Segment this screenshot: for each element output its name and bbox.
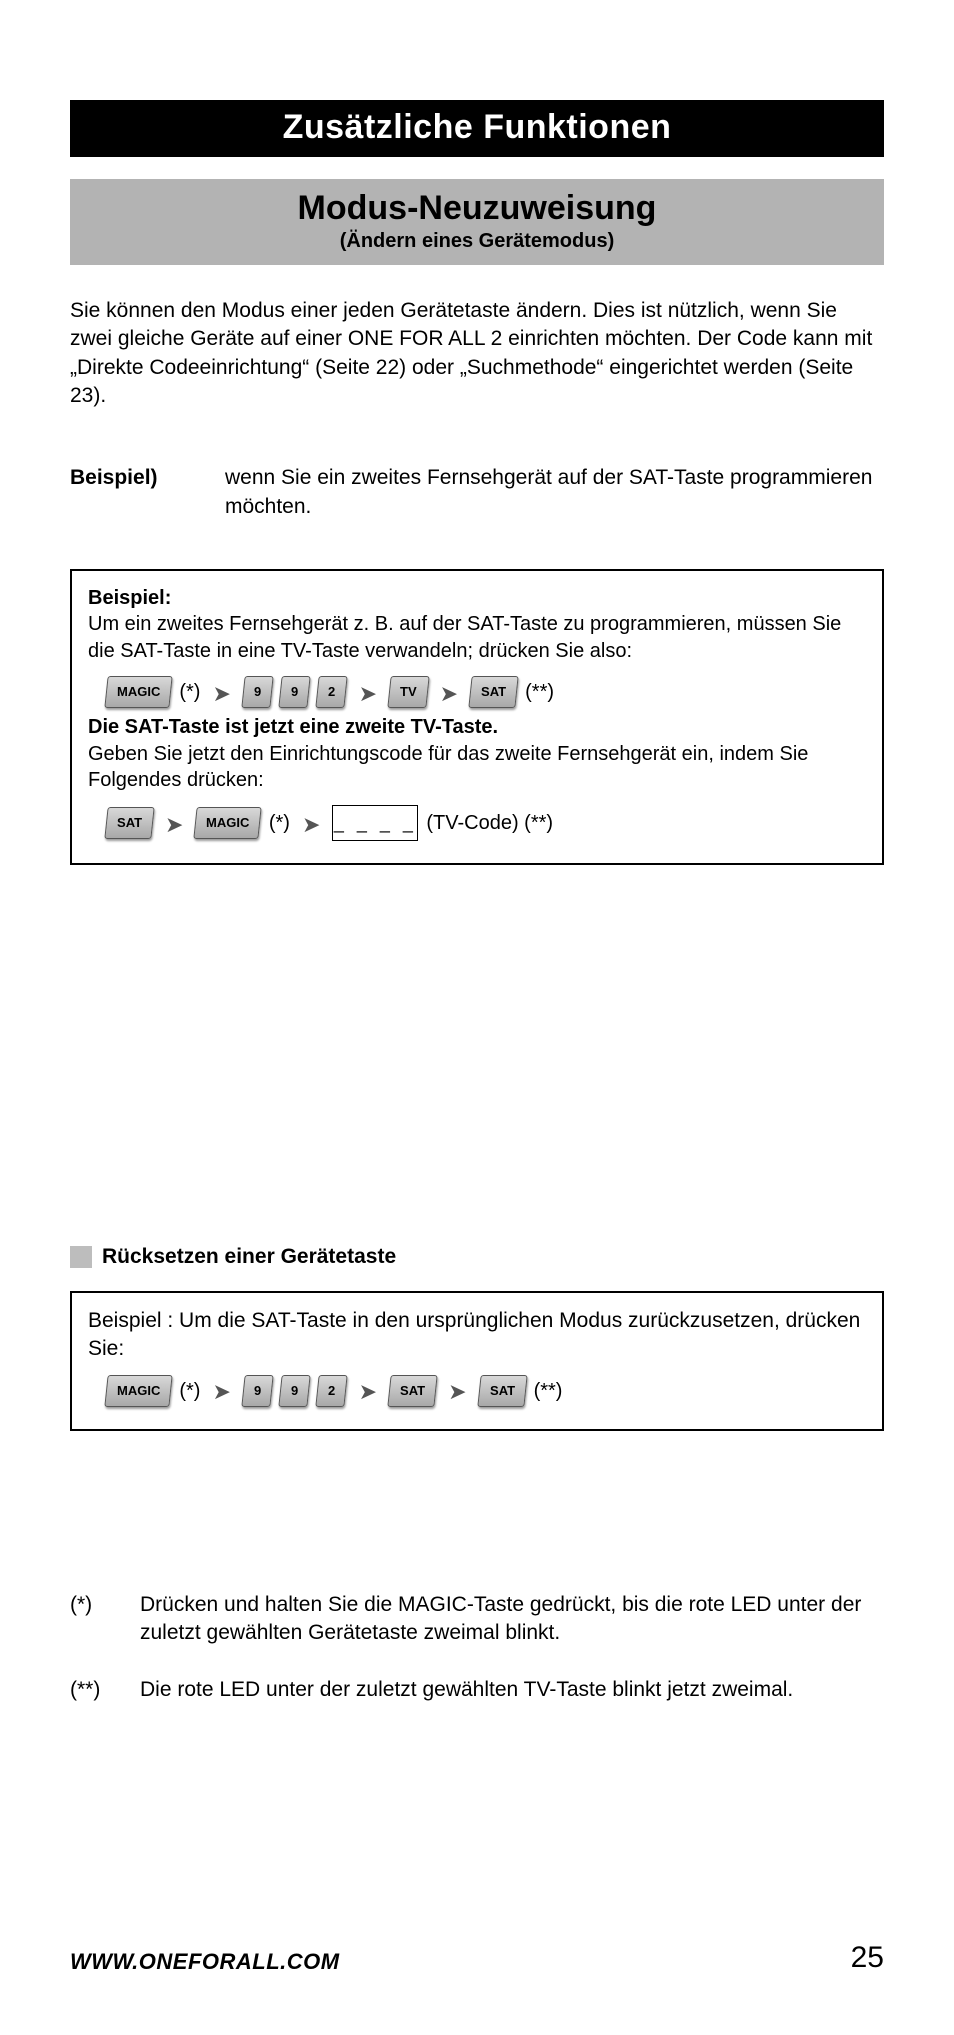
section2-heading: Rücksetzen einer Gerätetaste <box>70 1245 884 1269</box>
code-label: (TV-Code) (**) <box>426 810 553 836</box>
box1-line2: Geben Sie jetzt den Einrichtungscode für… <box>88 741 866 794</box>
star-note: (**) <box>525 679 554 705</box>
star-note: (*) <box>269 810 290 836</box>
box1-line1: Um ein zweites Fernsehgerät z. B. auf de… <box>88 611 866 664</box>
section-header-black: Zusätzliche Funktionen <box>70 100 884 157</box>
example-label: Beispiel) <box>70 464 225 521</box>
star-note: (**) <box>534 1378 563 1404</box>
box1-title: Beispiel: <box>88 585 866 611</box>
section-header-grey: Modus-Neuzuweisung (Ändern eines Gerätem… <box>70 179 884 265</box>
arrow-icon: ➤ <box>208 1377 234 1406</box>
section2-heading-text: Rücksetzen einer Gerätetaste <box>102 1245 396 1269</box>
key-9: 9 <box>278 676 311 708</box>
arrow-icon: ➤ <box>298 810 324 839</box>
footnote-text: Die rote LED unter der zuletzt gewählten… <box>140 1676 793 1704</box>
footnote-mark: (**) <box>70 1676 140 1704</box>
bullet-square-icon <box>70 1246 92 1268</box>
page-footer: WWW.ONEFORALL.COM 25 <box>70 1941 884 1975</box>
box2-keyrow: MAGIC (*) ➤ 9 9 2 ➤ SAT ➤ SAT (**) <box>106 1375 866 1407</box>
key-tv: TV <box>387 676 429 708</box>
footnote-2: (**) Die rote LED unter der zuletzt gewä… <box>70 1676 884 1704</box>
manual-page: Zusätzliche Funktionen Modus-Neuzuweisun… <box>0 0 954 2035</box>
page-number: 25 <box>851 1941 884 1975</box>
key-sat: SAT <box>468 676 518 708</box>
arrow-icon: ➤ <box>355 1377 381 1406</box>
example-box-1: Beispiel: Um ein zweites Fernsehgerät z.… <box>70 569 884 865</box>
key-2: 2 <box>316 1375 349 1407</box>
key-sat: SAT <box>477 1375 527 1407</box>
key-magic: MAGIC <box>104 676 173 708</box>
key-9: 9 <box>241 676 274 708</box>
box1-keyrow-2: SAT ➤ MAGIC (*) ➤ _ _ _ _ (TV-Code) (**) <box>106 805 866 841</box>
box1-bold-line: Die SAT-Taste ist jetzt eine zweite TV-T… <box>88 714 866 740</box>
key-magic: MAGIC <box>194 807 263 839</box>
key-sat: SAT <box>104 807 154 839</box>
box2-line1: Beispiel : Um die SAT-Taste in den urspr… <box>88 1307 866 1362</box>
footnote-mark: (*) <box>70 1591 140 1648</box>
grey-subtitle: (Ändern eines Gerätemodus) <box>70 230 884 253</box>
arrow-icon: ➤ <box>444 1377 470 1406</box>
footnote-text: Drücken und halten Sie die MAGIC-Taste g… <box>140 1591 884 1648</box>
arrow-icon: ➤ <box>436 679 462 708</box>
arrow-icon: ➤ <box>208 679 234 708</box>
footer-url: WWW.ONEFORALL.COM <box>70 1949 340 1975</box>
code-entry-box: _ _ _ _ <box>332 805 418 841</box>
box1-keyrow-1: MAGIC (*) ➤ 9 9 2 ➤ TV ➤ SAT (**) <box>106 676 866 708</box>
key-2: 2 <box>316 676 349 708</box>
arrow-icon: ➤ <box>161 810 187 839</box>
grey-title: Modus-Neuzuweisung <box>70 189 884 228</box>
key-sat: SAT <box>387 1375 437 1407</box>
arrow-icon: ➤ <box>355 679 381 708</box>
footnote-1: (*) Drücken und halten Sie die MAGIC-Tas… <box>70 1591 884 1648</box>
example-text: wenn Sie ein zweites Fernsehgerät auf de… <box>225 464 884 521</box>
star-note: (*) <box>179 1378 200 1404</box>
key-9: 9 <box>241 1375 274 1407</box>
example-inline: Beispiel) wenn Sie ein zweites Fernsehge… <box>70 464 884 521</box>
example-box-2: Beispiel : Um die SAT-Taste in den urspr… <box>70 1291 884 1430</box>
key-magic: MAGIC <box>104 1375 173 1407</box>
footnotes: (*) Drücken und halten Sie die MAGIC-Tas… <box>70 1591 884 1704</box>
star-note: (*) <box>179 679 200 705</box>
key-9: 9 <box>278 1375 311 1407</box>
intro-paragraph: Sie können den Modus einer jeden Gerätet… <box>70 297 884 410</box>
